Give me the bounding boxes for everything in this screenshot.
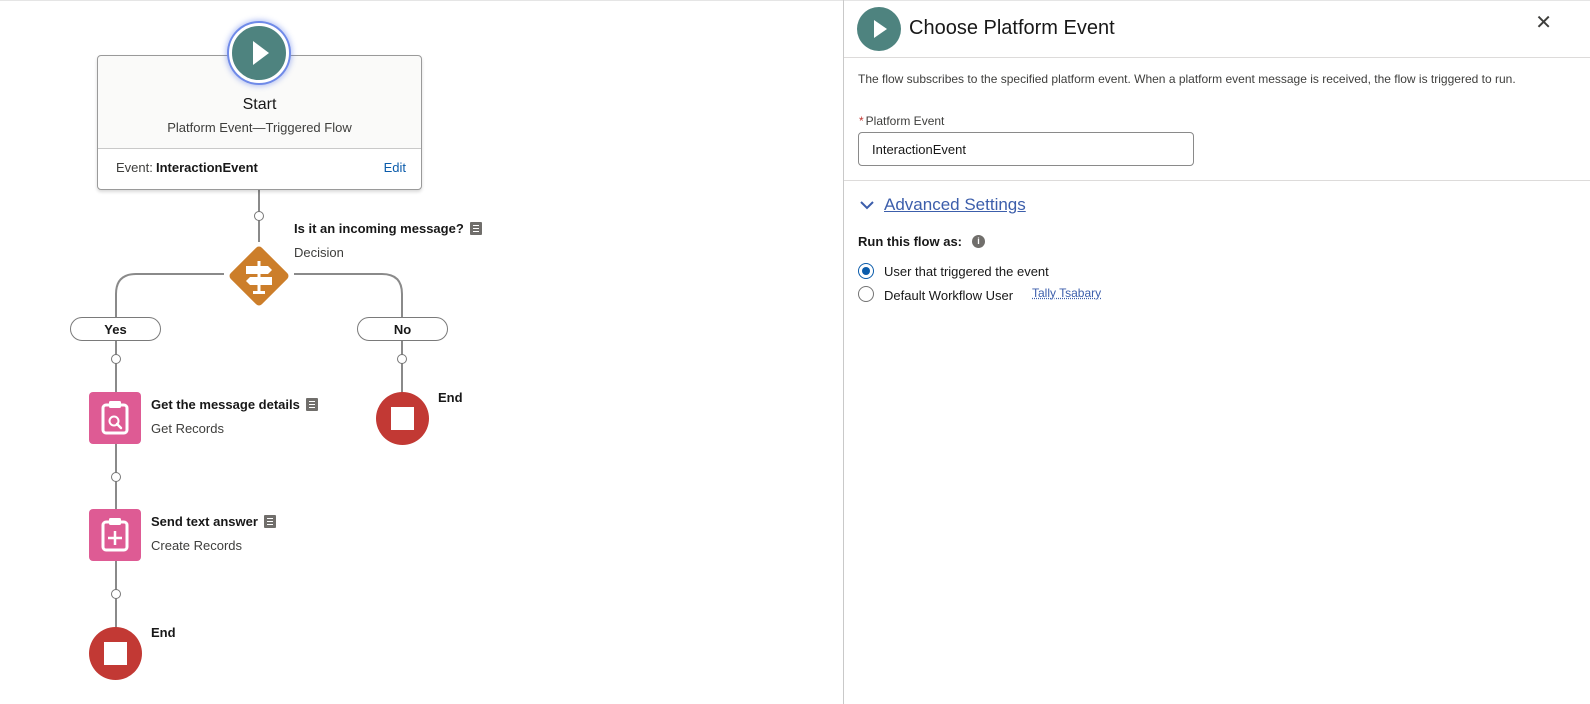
panel-description: The flow subscribes to the specified pla… xyxy=(858,72,1516,86)
radio-default-workflow-user[interactable] xyxy=(858,286,874,302)
end-label: End xyxy=(151,625,176,640)
decision-icon[interactable] xyxy=(222,239,296,313)
connector-add-button[interactable] xyxy=(111,589,121,599)
edit-event-link[interactable]: Edit xyxy=(384,160,406,175)
close-icon[interactable]: ✕ xyxy=(1535,13,1552,33)
connector-add-button[interactable] xyxy=(397,354,407,364)
decision-type: Decision xyxy=(294,245,344,260)
decision-title[interactable]: Is it an incoming message? xyxy=(294,221,482,236)
connector-add-button[interactable] xyxy=(111,354,121,364)
radio-default-workflow-user-label[interactable]: Default Workflow User xyxy=(884,288,1013,303)
event-label: Event: xyxy=(116,160,153,175)
description-icon xyxy=(469,222,482,235)
advanced-settings-toggle[interactable]: Advanced Settings xyxy=(884,195,1026,215)
end-icon[interactable] xyxy=(89,627,142,680)
play-icon xyxy=(857,7,901,51)
get-records-title[interactable]: Get the message details xyxy=(151,397,318,412)
flow-canvas[interactable]: Start Platform Event—Triggered Flow Even… xyxy=(0,0,843,704)
start-play-icon[interactable] xyxy=(229,23,289,83)
panel-title: Choose Platform Event xyxy=(909,17,1115,39)
radio-triggering-user-label[interactable]: User that triggered the event xyxy=(884,264,1049,279)
run-as-label: Run this flow as: xyxy=(858,234,962,249)
connector-line xyxy=(401,341,403,393)
connector-add-button[interactable] xyxy=(254,211,264,221)
create-records-type: Create Records xyxy=(151,538,243,553)
get-records-icon[interactable] xyxy=(89,392,141,444)
get-records-type: Get Records xyxy=(151,421,224,436)
outcome-yes[interactable]: Yes xyxy=(70,317,161,341)
create-records-icon[interactable] xyxy=(89,509,141,561)
create-records-title[interactable]: Send text answer xyxy=(151,514,276,529)
end-icon[interactable] xyxy=(376,392,429,445)
connector-line xyxy=(115,341,117,393)
info-icon[interactable]: i xyxy=(972,235,985,248)
chevron-down-icon[interactable] xyxy=(859,197,875,213)
start-subtitle: Platform Event—Triggered Flow xyxy=(167,120,352,135)
properties-panel: Choose Platform Event ✕ The flow subscri… xyxy=(843,0,1590,704)
radio-triggering-user[interactable] xyxy=(858,263,874,279)
end-label: End xyxy=(438,390,463,405)
outcome-no[interactable]: No xyxy=(357,317,448,341)
panel-header: Choose Platform Event ✕ xyxy=(844,0,1590,58)
workflow-user-link[interactable]: Tally Tsabary xyxy=(1032,286,1101,300)
start-title: Start xyxy=(242,96,277,113)
connector-add-button[interactable] xyxy=(111,472,121,482)
platform-event-label: * Platform Event xyxy=(859,114,945,128)
platform-event-input[interactable] xyxy=(858,132,1194,166)
description-icon xyxy=(305,398,318,411)
divider xyxy=(844,180,1590,181)
description-icon xyxy=(263,515,276,528)
event-value: InteractionEvent xyxy=(156,160,258,175)
